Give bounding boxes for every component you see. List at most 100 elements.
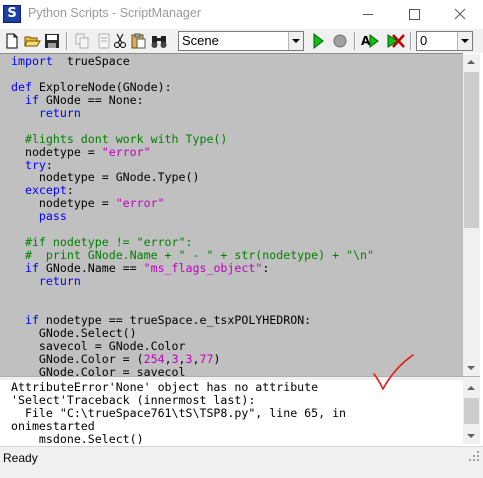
run-all-button[interactable]: A — [361, 32, 381, 50]
keyword-token: pass — [38, 209, 67, 224]
code-token: , — [164, 351, 172, 366]
code-line[interactable] — [11, 288, 374, 301]
number-token: 254 — [143, 351, 165, 366]
play-icon — [313, 32, 324, 50]
cut-button[interactable] — [111, 32, 129, 50]
resize-grip-icon[interactable] — [469, 451, 480, 462]
number-token: 3 — [171, 351, 179, 366]
code-text[interactable]: import trueSpace def ExploreNode(GNode):… — [11, 55, 374, 377]
code-line[interactable]: pass — [11, 210, 374, 223]
chevron-down-icon[interactable] — [288, 32, 303, 50]
window-title: Python Scripts - ScriptManager — [28, 6, 201, 20]
code-line[interactable]: import trueSpace — [11, 55, 374, 68]
toolbar-separator — [354, 32, 356, 50]
keyword-token: return — [38, 105, 81, 120]
number-token: 3 — [185, 351, 193, 366]
number-select-value: 0 — [420, 33, 428, 48]
number-select[interactable]: 0 — [416, 31, 473, 51]
code-line[interactable]: return — [11, 273, 374, 288]
code-token: nodetype = — [11, 144, 102, 159]
new-file-button[interactable] — [3, 32, 21, 50]
status-text: Ready — [3, 451, 38, 465]
copy-icon — [75, 33, 89, 49]
code-token: : — [45, 157, 53, 172]
scene-select-value: Scene — [182, 33, 219, 48]
string-token: "error" — [115, 196, 165, 211]
code-token: GNode == None: — [38, 92, 144, 107]
scrollbar-thumb[interactable] — [464, 72, 479, 228]
keyword-token: except — [24, 183, 67, 198]
code-line[interactable]: return — [11, 105, 374, 120]
code-token: GNode.Name == — [38, 261, 144, 275]
stop-all-button[interactable] — [385, 32, 407, 50]
save-button[interactable] — [43, 32, 61, 50]
copy-button[interactable] — [73, 32, 91, 50]
keyword-token: if — [24, 92, 39, 107]
minimize-icon — [363, 14, 373, 15]
comment-token: # print GNode.Name + " - " + str(nodetyp… — [11, 248, 374, 263]
status-bar: Ready — [0, 446, 483, 478]
run-all-icon: A — [361, 34, 379, 48]
keyword-token: if — [24, 312, 39, 327]
scene-select[interactable]: Scene — [178, 31, 304, 51]
output-line: msdone.Select() — [11, 432, 144, 445]
checkmark-annotation-icon — [373, 354, 414, 390]
title-bar[interactable]: S Python Scripts - ScriptManager — [0, 0, 483, 30]
close-button[interactable] — [437, 0, 483, 29]
minimize-button[interactable] — [345, 0, 391, 29]
code-token: savecol = GNode.Color — [11, 338, 186, 353]
code-line[interactable]: nodetype = "error" — [11, 144, 374, 159]
keyword-token: def — [11, 79, 32, 94]
scrollbar-thumb[interactable] — [464, 398, 479, 424]
output-text[interactable]: AttributeError'None' object has no attri… — [11, 381, 346, 445]
code-token: ExploreNode(GNode): — [31, 79, 172, 94]
code-token: : — [262, 261, 270, 275]
code-token: trueSpace — [52, 54, 130, 68]
stop-button[interactable] — [331, 32, 349, 50]
code-token: , — [192, 351, 200, 366]
number-token: 77 — [199, 351, 214, 366]
paste-button[interactable] — [129, 32, 147, 50]
clipboard-icon — [131, 33, 146, 49]
code-token: GNode.Color = ( — [11, 351, 144, 366]
close-icon — [454, 8, 466, 20]
comment-token: #if nodetype != "error": — [11, 235, 193, 250]
stop-all-icon — [387, 34, 405, 48]
code-token: nodetype == trueSpace.e_tsxPOLYHEDRON: — [38, 312, 312, 327]
comment-token: #lights dont work with Type() — [11, 131, 228, 146]
save-icon — [45, 34, 59, 48]
keyword-token: if — [24, 261, 39, 275]
string-token: "error" — [101, 144, 151, 159]
scissors-icon — [114, 33, 126, 48]
open-file-button[interactable] — [23, 32, 41, 50]
scroll-down-arrow-icon[interactable] — [463, 359, 480, 376]
toolbar-separator — [410, 32, 412, 50]
maximize-button[interactable] — [391, 0, 437, 29]
find-button[interactable] — [150, 32, 168, 50]
code-editor[interactable]: import trueSpace def ExploreNode(GNode):… — [0, 53, 463, 377]
keyword-token: return — [38, 273, 81, 288]
chevron-down-icon[interactable] — [457, 32, 472, 50]
editor-scrollbar[interactable] — [463, 54, 480, 376]
run-button[interactable] — [309, 32, 327, 50]
app-icon[interactable]: S — [3, 5, 21, 23]
string-token: "ms_flags_object" — [143, 261, 263, 275]
scroll-up-arrow-icon[interactable] — [463, 380, 480, 397]
scroll-up-arrow-icon[interactable] — [463, 54, 480, 71]
toolbar-separator — [66, 32, 68, 50]
toolbar: Scene A 0 — [0, 29, 483, 53]
code-token: : — [66, 183, 74, 198]
output-scrollbar[interactable] — [463, 380, 480, 444]
scroll-down-arrow-icon[interactable] — [463, 427, 480, 444]
folder-open-icon — [24, 36, 41, 47]
code-token: nodetype = — [11, 196, 116, 211]
keyword-token: try — [24, 157, 46, 172]
code-token: GNode.Select() — [11, 325, 137, 340]
keyword-token: import — [11, 54, 53, 68]
